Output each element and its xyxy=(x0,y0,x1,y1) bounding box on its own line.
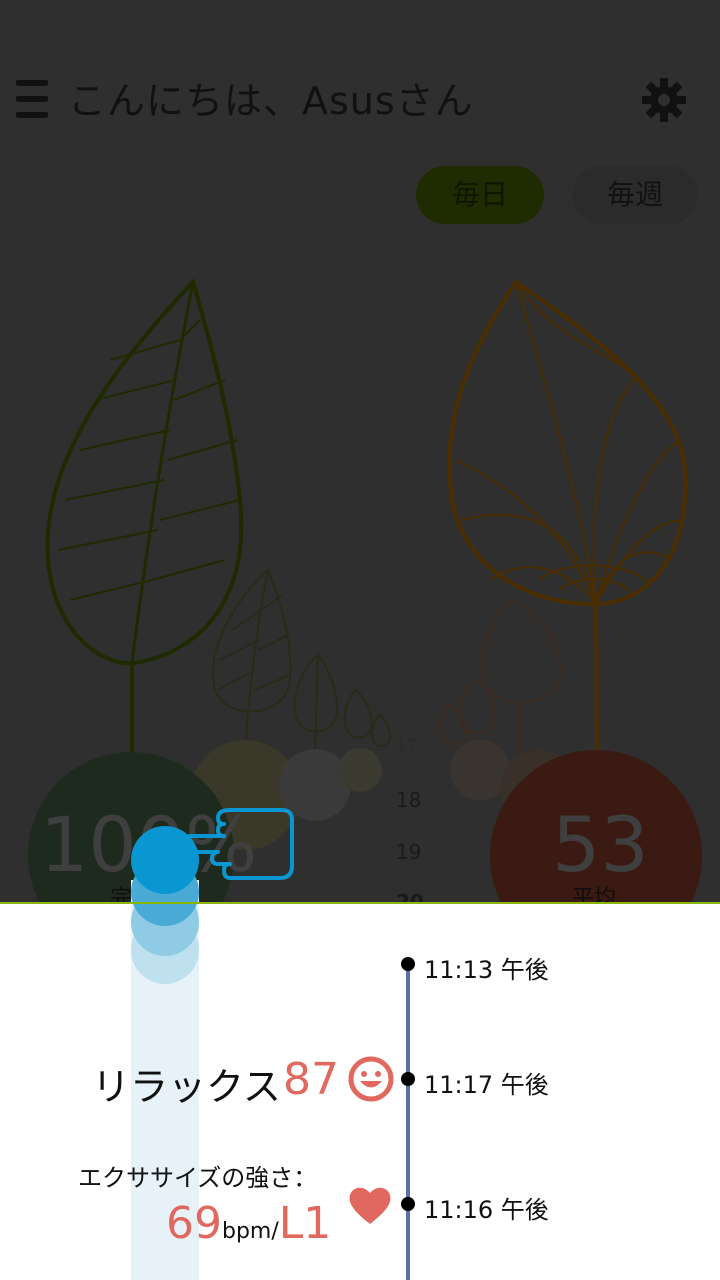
exercise-intensity-label: エクササイズの強さ： xyxy=(78,1164,318,1192)
average-value: 53 xyxy=(552,800,649,889)
timeline-time: 11:17 午後 xyxy=(424,1071,549,1099)
heart-rate-value: 69 xyxy=(166,1198,222,1249)
timeline-line xyxy=(406,963,410,1280)
date-picker-item[interactable]: 17 xyxy=(396,736,416,755)
pointing-hand-icon xyxy=(180,808,294,880)
heart-icon xyxy=(349,1187,391,1224)
heart-rate-unit: bpm/ xyxy=(222,1219,279,1244)
dashboard-overlay: こんにちは、Asusさん 毎日 毎週 完 53 平均 17 18 19 20 xyxy=(0,0,720,902)
date-picker-item[interactable]: 18 xyxy=(396,788,421,812)
exercise-intensity-value: 69bpm/L1 xyxy=(166,1198,331,1249)
timeline-dot xyxy=(401,1197,415,1211)
completion-label: 完 xyxy=(110,886,133,902)
relax-value: 87 xyxy=(283,1054,339,1105)
date-picker-item[interactable]: 20 xyxy=(396,890,424,902)
timeline-time: 11:13 午後 xyxy=(424,956,549,984)
date-picker-item[interactable]: 19 xyxy=(396,840,421,864)
timeline-dot xyxy=(401,1072,415,1086)
smiley-icon xyxy=(348,1056,394,1102)
timeline-dot xyxy=(401,957,415,971)
section-divider xyxy=(0,902,720,904)
intensity-level: L1 xyxy=(278,1198,332,1249)
average-label: 平均 xyxy=(572,886,617,902)
timeline-time: 11:16 午後 xyxy=(424,1196,549,1224)
relax-label: リラックス xyxy=(92,1065,281,1109)
